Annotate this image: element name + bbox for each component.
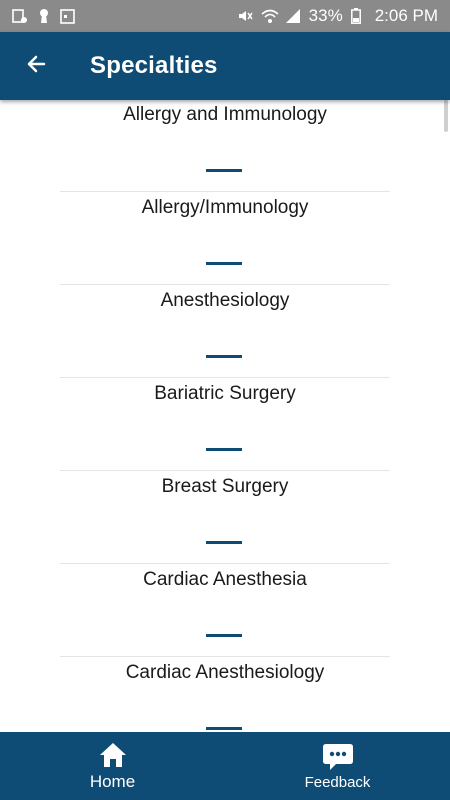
battery-icon [350, 8, 367, 24]
page-title: Specialties [90, 52, 218, 79]
divider [60, 191, 390, 192]
accent-bar [206, 355, 242, 358]
accent-bar [206, 727, 242, 730]
list-item[interactable]: Allergy/Immunology [0, 193, 450, 286]
list-item[interactable]: Bariatric Surgery [0, 379, 450, 472]
accent-bar [206, 634, 242, 637]
list-item[interactable]: Cardiac Anesthesiology [0, 658, 450, 732]
bottom-nav: Home Feedback [0, 732, 450, 800]
back-button[interactable] [20, 50, 52, 82]
status-bar-right: 33% 2:06 PM [237, 6, 438, 26]
list-item-label: Bariatric Surgery [154, 383, 296, 404]
list-item-label: Anesthesiology [160, 290, 290, 311]
arrow-left-icon [24, 52, 48, 81]
divider [60, 284, 390, 285]
divider [60, 563, 390, 564]
mute-icon [237, 8, 253, 24]
nav-feedback-button[interactable]: Feedback [225, 732, 450, 800]
calendar-icon [60, 8, 76, 24]
divider [60, 656, 390, 657]
specialty-list[interactable]: Allergy and Immunology Allergy/Immunolog… [0, 100, 450, 732]
scrollbar-thumb[interactable] [444, 100, 448, 132]
divider [60, 470, 390, 471]
clock: 2:06 PM [374, 6, 438, 25]
list-item-label: Breast Surgery [161, 476, 289, 497]
battery-percent: 33% [308, 6, 343, 25]
list-item-label: Cardiac Anesthesia [143, 569, 307, 590]
divider [60, 377, 390, 378]
list-item[interactable]: Cardiac Anesthesia [0, 565, 450, 658]
list-item[interactable]: Allergy and Immunology [0, 100, 450, 193]
wifi-icon [261, 8, 279, 24]
list-item-label: Cardiac Anesthesiology [125, 662, 325, 683]
signal-icon [285, 8, 301, 24]
accent-bar [206, 541, 242, 544]
accent-bar [206, 448, 242, 451]
accent-bar [206, 262, 242, 265]
notification-icon [12, 8, 28, 24]
nav-home-button[interactable]: Home [0, 732, 225, 800]
list-item-label: Allergy and Immunology [123, 104, 327, 125]
home-icon [97, 740, 129, 770]
app-bar: Specialties [0, 32, 450, 100]
nav-feedback-label: Feedback [304, 773, 371, 791]
status-bar: 33% 2:06 PM [0, 0, 450, 32]
status-bar-left [12, 8, 76, 24]
accent-bar [206, 169, 242, 172]
list-item-label: Allergy/Immunology [141, 197, 309, 218]
chat-bubble-icon [322, 742, 354, 772]
list-item[interactable]: Anesthesiology [0, 286, 450, 379]
nav-home-label: Home [89, 772, 136, 791]
list-item[interactable]: Breast Surgery [0, 472, 450, 565]
keyhole-icon [36, 8, 52, 24]
